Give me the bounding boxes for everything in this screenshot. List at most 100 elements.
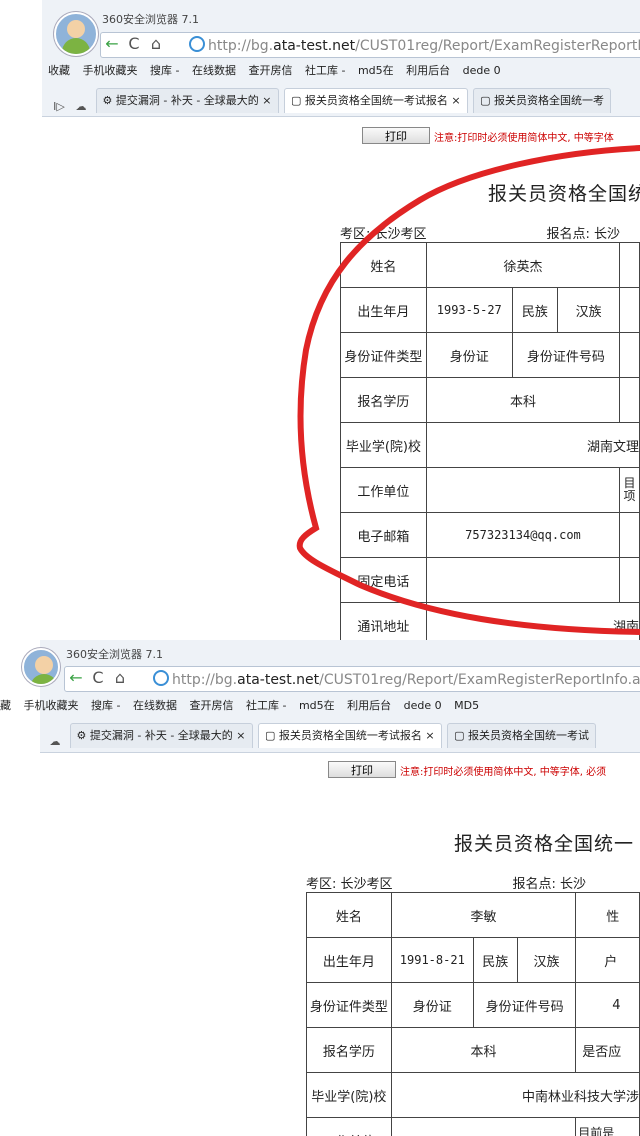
work-label: 工作单位 bbox=[306, 1117, 392, 1136]
form-title: 报关员资格全国统 bbox=[488, 183, 640, 205]
registration-table: 姓名 徐英杰 出生年月 1993-5-27 民族 汉族 身份证件类型 身份证 身份证件号码 … bbox=[340, 242, 640, 640]
globe-icon bbox=[153, 670, 169, 686]
bookmark-item[interactable]: 在线数据 bbox=[133, 697, 177, 713]
globe-icon bbox=[189, 36, 205, 52]
bookmark-item[interactable]: 社工库 - bbox=[305, 62, 345, 78]
idno-label: 身份证件号码 bbox=[472, 982, 577, 1028]
tab-strip: I▷ ☁ ⚙ 提交漏洞 - 补天 - 全球最大的 × ▢ 报关员资格全国统一考试报… bbox=[48, 88, 640, 116]
bookmark-item[interactable]: 手机收藏夹 bbox=[24, 697, 79, 713]
sidebar-toggle-icon[interactable]: I▷ bbox=[48, 100, 70, 113]
edu-value: 本科 bbox=[390, 1027, 577, 1073]
browser-chrome: 360安全浏览器 7.1 ← C ⌂ http://bg.ata-test.net/… bbox=[0, 640, 640, 753]
tab-strip: ☁ ⚙ 提交漏洞 - 补天 - 全球最大的 × ▢ 报关员资格全国统一考试报名 … bbox=[44, 723, 640, 751]
email-value: 757323134@qq.com bbox=[425, 512, 621, 558]
birth-label: 出生年月 bbox=[306, 937, 392, 983]
bookmark-item[interactable]: 查开房信 bbox=[248, 62, 292, 78]
page-content: 打印 注意:打印时必须使用简体中文, 中等字体 报关员资格全国统 考区: 长沙考… bbox=[42, 117, 640, 640]
name-label: 姓名 bbox=[306, 892, 392, 938]
bookmark-item[interactable]: 手机收藏夹 bbox=[83, 62, 138, 78]
user-avatar-icon[interactable] bbox=[54, 12, 98, 56]
address-bar[interactable]: ← C ⌂ http://bg.ata-test.net/CUST01reg/Rep… bbox=[64, 666, 640, 692]
back-arrow-icon[interactable]: ← bbox=[101, 33, 123, 55]
school-label: 毕业学(院)校 bbox=[340, 422, 427, 468]
back-arrow-icon[interactable]: ← bbox=[65, 667, 87, 689]
name-label: 姓名 bbox=[340, 242, 427, 288]
address-bar[interactable]: ← C ⌂ http://bg.ata-test.net/CUST01reg/Rep… bbox=[100, 32, 640, 58]
print-notice: 注意:打印时必须使用简体中文, 中等字体 bbox=[434, 133, 614, 144]
idtype-value: 身份证 bbox=[425, 332, 513, 378]
birth-value: 1993-5-27 bbox=[425, 287, 513, 333]
browser-title: 360安全浏览器 7.1 bbox=[102, 13, 199, 26]
school-value: 中南林业科技大学涉 bbox=[390, 1072, 640, 1118]
cloud-icon[interactable]: ☁ bbox=[44, 735, 66, 748]
bookmarks-bar: 藏 手机收藏夹 搜库 - 在线数据 查开房信 社工库 - md5在 利用后台 d… bbox=[0, 697, 640, 717]
tab-item[interactable]: ▢ 报关员资格全国统一考 bbox=[473, 88, 612, 113]
bookmark-item[interactable]: 社工库 - bbox=[246, 697, 286, 713]
birth-label: 出生年月 bbox=[340, 287, 427, 333]
ethnic-label: 民族 bbox=[511, 287, 559, 333]
idtype-value: 身份证 bbox=[390, 982, 474, 1028]
bookmark-item[interactable]: 查开房信 bbox=[189, 697, 233, 713]
bookmark-item[interactable]: dede 0 bbox=[463, 64, 501, 77]
tab-item[interactable]: ⚙ 提交漏洞 - 补天 - 全球最大的 × bbox=[69, 723, 253, 748]
birth-value: 1991-8-21 bbox=[390, 937, 474, 983]
email-label: 电子邮箱 bbox=[340, 512, 427, 558]
phone-label: 固定电话 bbox=[340, 557, 427, 603]
bookmark-item[interactable]: 收藏 bbox=[48, 62, 70, 78]
edu-label: 报名学历 bbox=[340, 377, 427, 423]
idno-value: 4 bbox=[575, 982, 640, 1028]
work-label: 工作单位 bbox=[340, 467, 427, 513]
bookmark-item[interactable]: 利用后台 bbox=[347, 697, 391, 713]
bookmarks-bar: 收藏 手机收藏夹 搜库 - 在线数据 查开房信 社工库 - md5在 利用后台 … bbox=[48, 62, 640, 82]
tab-item[interactable]: ▢ 报关员资格全国统一考试 bbox=[447, 723, 597, 748]
exam-meta: 考区: 长沙考区 报名点: 长沙 bbox=[340, 227, 621, 242]
cloud-icon[interactable]: ☁ bbox=[70, 100, 92, 113]
bookmark-item[interactable]: dede 0 bbox=[404, 699, 442, 712]
fresh-grad-label: 是否应 bbox=[575, 1027, 640, 1073]
bookmark-item[interactable]: 搜库 - bbox=[150, 62, 179, 78]
tab-item[interactable]: ⚙ 提交漏洞 - 补天 - 全球最大的 × bbox=[95, 88, 279, 113]
bookmark-item[interactable]: md5在 bbox=[299, 697, 335, 713]
idtype-label: 身份证件类型 bbox=[306, 982, 392, 1028]
tab-item-active[interactable]: ▢ 报关员资格全国统一考试报名 × bbox=[284, 88, 468, 113]
bookmark-item[interactable]: 藏 bbox=[0, 697, 11, 713]
print-notice: 注意:打印时必须使用简体中文, 中等字体, 必须 bbox=[400, 767, 607, 778]
refresh-icon[interactable]: C bbox=[87, 667, 109, 689]
tab-item-active[interactable]: ▢ 报关员资格全国统一考试报名 × bbox=[258, 723, 442, 748]
name-value: 李敏 bbox=[390, 892, 577, 938]
browser-title: 360安全浏览器 7.1 bbox=[66, 648, 163, 661]
home-icon[interactable]: ⌂ bbox=[145, 33, 167, 55]
bookmark-item[interactable]: 搜库 - bbox=[91, 697, 120, 713]
print-button[interactable]: 打印 bbox=[328, 761, 396, 778]
school-label: 毕业学(院)校 bbox=[306, 1072, 392, 1118]
print-button[interactable]: 打印 bbox=[362, 127, 430, 144]
idno-label: 身份证件号码 bbox=[511, 332, 621, 378]
ethnic-value: 汉族 bbox=[516, 937, 577, 983]
user-avatar-icon[interactable] bbox=[22, 648, 60, 686]
registration-table: 姓名 李敏性 出生年月 1991-8-21 民族 汉族户 身份证件类型 身份证 身份证件号码… bbox=[306, 892, 640, 1136]
refresh-icon[interactable]: C bbox=[123, 33, 145, 55]
screenshot-1: 360安全浏览器 7.1 ← C ⌂ http://bg.ata-test.net/… bbox=[0, 0, 640, 640]
url-text[interactable]: http://bg.ata-test.net/CUST01reg/Report/… bbox=[153, 670, 640, 688]
bookmark-item[interactable]: md5在 bbox=[358, 62, 394, 78]
ethnic-label: 民族 bbox=[472, 937, 518, 983]
edu-label: 报名学历 bbox=[306, 1027, 392, 1073]
gender-label: 性 bbox=[575, 892, 640, 938]
screenshot-2: 360安全浏览器 7.1 ← C ⌂ http://bg.ata-test.net/… bbox=[0, 640, 640, 1136]
idtype-label: 身份证件类型 bbox=[340, 332, 427, 378]
work-side-text: 目前是 项目相 bbox=[575, 1117, 640, 1136]
url-text[interactable]: http://bg.ata-test.net/CUST01reg/Report/… bbox=[189, 36, 640, 54]
name-value: 徐英杰 bbox=[425, 242, 621, 288]
work-side-text: 目 项 bbox=[619, 467, 640, 513]
bookmark-item[interactable]: MD5 bbox=[454, 699, 479, 712]
bookmark-item[interactable]: 利用后台 bbox=[406, 62, 450, 78]
form-title: 报关员资格全国统一 bbox=[454, 833, 635, 855]
bookmark-item[interactable]: 在线数据 bbox=[192, 62, 236, 78]
edu-value: 本科 bbox=[425, 377, 621, 423]
address-value: 湖南 bbox=[425, 602, 640, 640]
browser-chrome: 360安全浏览器 7.1 ← C ⌂ http://bg.ata-test.net/… bbox=[42, 0, 640, 117]
school-value: 湖南文理 bbox=[425, 422, 640, 468]
address-label: 通讯地址 bbox=[340, 602, 427, 640]
home-icon[interactable]: ⌂ bbox=[109, 667, 131, 689]
exam-meta: 考区: 长沙考区 报名点: 长沙 bbox=[306, 877, 587, 892]
